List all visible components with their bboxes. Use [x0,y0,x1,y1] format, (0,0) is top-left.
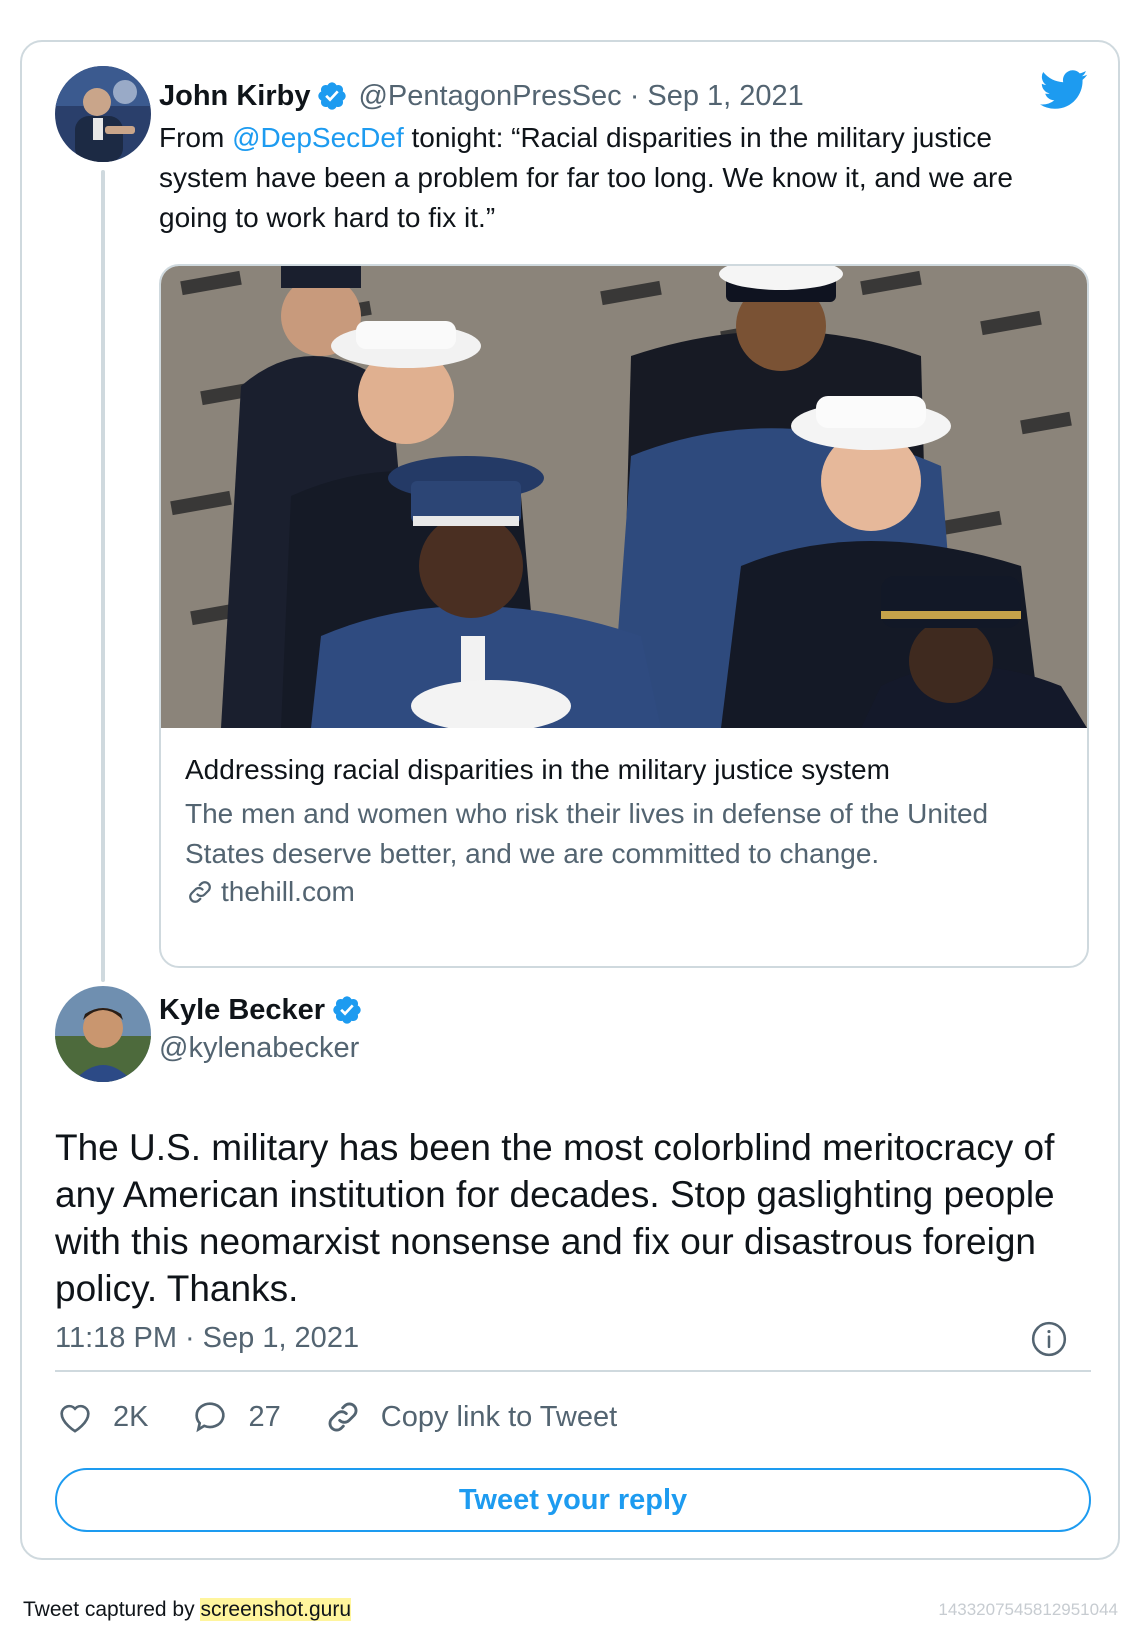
header-separator: · [629,79,640,112]
tweet-timestamp[interactable]: 11:18 PM · Sep 1, 2021 [55,1322,359,1355]
link-preview-domain: thehill.com [185,876,355,908]
info-icon[interactable] [1030,1320,1068,1358]
tweet-actions: 2K 27 Copy link to Tweet [55,1394,659,1440]
quoted-text-before: From [159,122,233,153]
verified-badge-icon [331,994,363,1026]
chain-link-icon [323,1397,363,1437]
tweet-your-reply-button[interactable]: Tweet your reply [55,1468,1091,1532]
capture-site-link[interactable]: screenshot.guru [200,1598,352,1621]
quoted-tweet-header: John Kirby @PentagonPresSec · Sep 1, 202… [159,76,804,116]
link-domain-text: thehill.com [221,876,355,907]
avatar-john-kirby[interactable] [55,66,151,162]
copy-link-label: Copy link to Tweet [380,1400,618,1433]
heart-icon [55,1397,95,1437]
reply-count: 27 [248,1400,281,1433]
tweet-card: John Kirby @PentagonPresSec · Sep 1, 202… [20,40,1120,1560]
main-author-handle[interactable]: @kylenabecker [159,1032,359,1065]
avatar-kyle-becker[interactable] [55,986,151,1082]
verified-badge-icon [316,80,348,112]
like-button[interactable]: 2K [55,1397,148,1437]
reply-button[interactable]: 27 [190,1397,281,1437]
divider [55,1370,1091,1372]
mention-link[interactable]: @DepSecDef [232,122,404,153]
tweet-time: 11:18 PM [55,1322,177,1354]
link-preview-title: Addressing racial disparities in the mil… [185,754,890,785]
tweet-id: 1433207545812951044 [938,1600,1118,1619]
quoted-author-name[interactable]: John Kirby [159,80,310,113]
main-tweet-text: The U.S. military has been the most colo… [55,1127,1055,1309]
main-author-name-row: Kyle Becker [159,990,373,1030]
link-icon [185,877,215,907]
tweet-date: Sep 1, 2021 [202,1322,360,1354]
reply-bubble-icon [190,1397,230,1437]
link-preview-description: The men and women who risk their lives i… [185,798,989,869]
timestamp-separator: · [184,1322,195,1354]
copy-link-button[interactable]: Copy link to Tweet [323,1397,617,1437]
link-preview-card[interactable]: Addressing racial disparities in the mil… [159,264,1089,968]
link-preview-image [161,266,1087,728]
quoted-tweet-date[interactable]: Sep 1, 2021 [647,80,803,113]
main-author-name[interactable]: Kyle Becker [159,994,325,1027]
thread-connector-line [101,170,105,982]
like-count: 2K [113,1400,149,1433]
quoted-tweet-text: From @DepSecDef tonight: “Racial dispari… [159,118,1059,238]
capture-credit-prefix: Tweet captured by [23,1598,201,1621]
quoted-author-handle[interactable]: @PentagonPresSec [358,80,621,113]
twitter-bird-icon[interactable] [1040,70,1088,110]
capture-credit: Tweet captured by screenshot.guru [23,1598,352,1622]
